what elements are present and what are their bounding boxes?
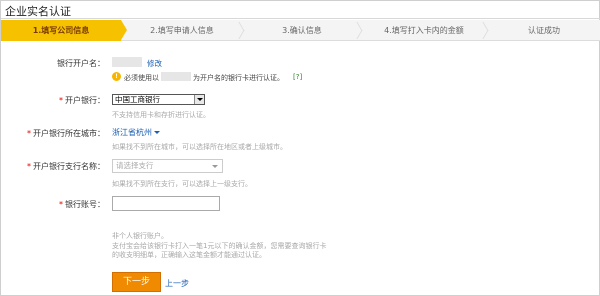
step-separator-chevron: [235, 22, 243, 39]
page-frame: 企业实名认证 1.填写公司信息 2.填写申请人信息 3.确认信息 4.填写打入卡…: [0, 0, 600, 296]
account-number-label: * 银行账号：: [59, 199, 105, 210]
account-number-input[interactable]: [112, 196, 220, 211]
step-1-company-info: 1.填写公司信息: [1, 20, 127, 41]
branch-select-placeholder: 请选择支行: [116, 161, 154, 170]
modify-account-name-link[interactable]: 修改: [147, 58, 162, 69]
branch-hint: 如果找不到所在支行，可以选择上一级支行。: [112, 180, 252, 188]
account-hint-line3: 的收支明细单，正确输入这笔金额才能通过认证。: [112, 251, 266, 259]
title-divider: [1, 18, 600, 19]
required-mark: *: [59, 96, 63, 105]
step-label: 1.填写公司信息: [32, 26, 90, 35]
city-label: * 开户银行所在城市：: [27, 128, 105, 139]
bank-label: * 开户银行：: [59, 95, 105, 106]
branch-label-text: 开户银行支行名称：: [33, 162, 105, 171]
step-5-success: 认证成功: [487, 20, 600, 41]
step-separator-chevron: [353, 22, 361, 39]
step-3-confirm-info: 3.确认信息: [243, 20, 361, 41]
city-value: 浙江省杭州: [112, 128, 152, 137]
step-4-enter-amount: 4.填写打入卡内的金额: [361, 20, 487, 41]
next-step-button[interactable]: 下一步: [112, 272, 161, 292]
bank-label-text: 开户银行：: [65, 96, 105, 105]
bank-select[interactable]: 中国工商银行: [112, 94, 205, 105]
branch-label: * 开户银行支行名称：: [27, 161, 105, 172]
step-label: 4.填写打入卡内的金额: [384, 26, 464, 35]
account-name-notice-prefix: 必须使用以: [124, 74, 159, 82]
required-mark: *: [27, 129, 31, 138]
account-name-label: 银行开户名：: [57, 59, 105, 68]
step-label: 认证成功: [528, 26, 560, 35]
help-link[interactable]: [?]: [293, 73, 302, 81]
chevron-down-icon: [212, 165, 218, 168]
required-mark: *: [59, 200, 63, 209]
bank-select-value: 中国工商银行: [115, 95, 160, 104]
step-label: 2.填写申请人信息: [150, 26, 214, 35]
step-progress-bar: 1.填写公司信息 2.填写申请人信息 3.确认信息 4.填写打入卡内的金额 认证…: [1, 20, 600, 41]
account-number-label-text: 银行账号：: [65, 200, 105, 209]
step-label: 3.确认信息: [282, 26, 322, 35]
step-2-applicant-info: 2.填写申请人信息: [121, 20, 243, 41]
step-active-arrow: [121, 20, 127, 40]
bank-hint: 不支持信用卡和存折进行认证。: [112, 111, 210, 119]
chevron-down-icon: [154, 131, 160, 134]
branch-select[interactable]: 请选择支行: [112, 159, 223, 173]
city-hint: 如果找不到所在城市，可以选择所在地区或者上级城市。: [112, 143, 287, 151]
chevron-down-icon[interactable]: [194, 95, 204, 104]
previous-step-link[interactable]: 上一步: [165, 278, 189, 289]
warning-icon: !: [112, 72, 121, 81]
city-selector[interactable]: 浙江省杭州: [112, 127, 160, 138]
account-hint-line1: 非个人银行账户。: [112, 232, 168, 240]
account-name-notice-suffix: 为开户名的银行卡进行认证。: [193, 74, 284, 82]
step-separator-chevron: [479, 22, 487, 39]
account-name-value-masked: [112, 57, 142, 67]
city-label-text: 开户银行所在城市：: [33, 129, 105, 138]
required-mark: *: [27, 162, 31, 171]
notice-name-masked: [161, 72, 191, 81]
page-title: 企业实名认证: [5, 5, 71, 18]
